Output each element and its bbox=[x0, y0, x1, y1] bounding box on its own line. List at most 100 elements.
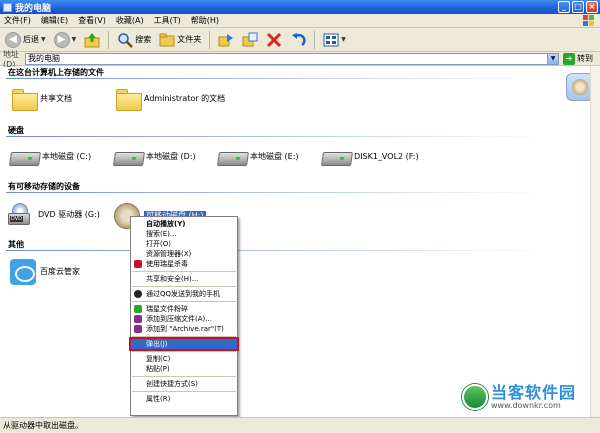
baidu-cloud-manager[interactable]: 百度云管家 bbox=[10, 259, 80, 285]
menu-edit[interactable]: 编辑(E) bbox=[41, 15, 68, 26]
menu-properties[interactable]: 属性(R) bbox=[131, 394, 237, 404]
undo-button[interactable] bbox=[288, 31, 308, 49]
menu-view[interactable]: 查看(V) bbox=[78, 15, 106, 26]
hard-drive-icon bbox=[114, 149, 142, 165]
status-text: 从驱动器中取出磁盘。 bbox=[3, 421, 83, 430]
menu-file-shredder[interactable]: 瑞星文件粉碎 bbox=[131, 304, 237, 314]
menu-add-to-archive[interactable]: 添加到压缩文件(A)... bbox=[131, 314, 237, 324]
menu-favorites[interactable]: 收藏(A) bbox=[116, 15, 144, 26]
back-button[interactable]: ◀ 后退 ▼ bbox=[3, 31, 48, 49]
go-button[interactable]: ➔ 转到 bbox=[563, 52, 593, 65]
menu-explorer[interactable]: 资源管理器(X) bbox=[131, 249, 237, 259]
item-label: 共享文档 bbox=[40, 94, 72, 103]
back-arrow-icon: ◀ bbox=[5, 31, 21, 48]
watermark-text: 当客软件园 www.downkr.com bbox=[491, 384, 576, 410]
drive-f[interactable]: DISK1_VOL2 (F:) bbox=[322, 149, 419, 165]
forward-arrow-icon: ▶ bbox=[53, 31, 70, 48]
menu-send-to-phone[interactable]: 通过QQ发送到我的手机 bbox=[131, 289, 237, 299]
toolbar-separator bbox=[314, 30, 316, 49]
chevron-down-icon: ▼ bbox=[341, 36, 346, 43]
administrator-documents-folder[interactable]: Administrator 的文档 bbox=[116, 89, 226, 111]
chevron-down-icon: ▼ bbox=[41, 36, 46, 43]
folder-icon bbox=[116, 89, 142, 111]
menu-separator bbox=[132, 336, 236, 337]
menu-rising-scan[interactable]: 使用瑞星杀毒 bbox=[131, 259, 237, 269]
my-computer-icon bbox=[3, 2, 12, 12]
delete-x-icon bbox=[267, 32, 282, 47]
menu-copy[interactable]: 复制(C) bbox=[131, 354, 237, 364]
menu-help[interactable]: 帮助(H) bbox=[191, 15, 219, 26]
menu-open[interactable]: 打开(O) bbox=[131, 239, 237, 249]
folders-icon bbox=[159, 33, 175, 46]
group-header-hdd: 硬盘 bbox=[8, 126, 24, 135]
address-value: 我的电脑 bbox=[28, 54, 60, 63]
menu-separator bbox=[132, 351, 236, 352]
window-controls: _ □ × bbox=[558, 1, 598, 13]
folders-label: 文件夹 bbox=[177, 35, 202, 44]
menu-eject[interactable]: 弹出(J) bbox=[129, 337, 239, 351]
address-bar: 地址(D) 我的电脑 ▼ ➔ 转到 bbox=[0, 49, 600, 69]
forward-button[interactable]: ▶ ▼ bbox=[52, 31, 79, 49]
move-to-icon bbox=[218, 33, 234, 46]
windows-logo-icon bbox=[583, 15, 594, 26]
qq-penguin-icon bbox=[134, 290, 142, 298]
views-button[interactable]: ▼ bbox=[321, 31, 348, 49]
menu-separator bbox=[132, 301, 236, 302]
window-title: 我的电脑 bbox=[15, 3, 52, 14]
item-label: Administrator 的文档 bbox=[144, 94, 226, 103]
drive-d[interactable]: 本地磁盘 (D:) bbox=[114, 149, 196, 165]
address-input[interactable]: 我的电脑 ▼ bbox=[25, 52, 559, 65]
group-divider bbox=[6, 192, 546, 193]
toolbar: ◀ 后退 ▼ ▶ ▼ 搜索 文件夹 ▼ bbox=[0, 28, 600, 52]
folders-button[interactable]: 文件夹 bbox=[157, 31, 203, 49]
item-label: 本地磁盘 (E:) bbox=[250, 152, 299, 161]
minimize-button[interactable]: _ bbox=[558, 1, 570, 13]
chevron-down-icon[interactable]: ▼ bbox=[547, 53, 558, 64]
menu-tools[interactable]: 工具(T) bbox=[154, 15, 181, 26]
drive-e[interactable]: 本地磁盘 (E:) bbox=[218, 149, 299, 165]
maximize-button[interactable]: □ bbox=[572, 1, 584, 13]
shared-documents-folder[interactable]: 共享文档 bbox=[12, 89, 72, 111]
winrar-icon bbox=[134, 315, 142, 323]
menu-file[interactable]: 文件(F) bbox=[4, 15, 31, 26]
address-label: 地址(D) bbox=[3, 49, 19, 69]
go-arrow-icon: ➔ bbox=[563, 52, 575, 65]
group-divider bbox=[6, 136, 546, 137]
menu-paste[interactable]: 粘贴(P) bbox=[131, 364, 237, 374]
toolbar-separator bbox=[108, 30, 110, 49]
hard-drive-icon bbox=[218, 149, 246, 165]
item-label: 百度云管家 bbox=[40, 267, 80, 276]
up-button[interactable] bbox=[82, 31, 102, 49]
go-label: 转到 bbox=[577, 54, 593, 63]
group-divider bbox=[6, 250, 546, 251]
menu-separator bbox=[132, 271, 236, 272]
shredder-icon bbox=[134, 305, 142, 313]
hard-drive-icon bbox=[322, 149, 350, 165]
search-icon bbox=[118, 32, 134, 48]
watermark-url: www.downkr.com bbox=[491, 401, 561, 410]
menu-send-to-phone-label: 通过QQ发送到我的手机 bbox=[146, 290, 221, 298]
search-button[interactable]: 搜索 bbox=[115, 31, 153, 49]
menu-create-shortcut[interactable]: 创建快捷方式(S) bbox=[131, 379, 237, 389]
move-to-button[interactable] bbox=[216, 31, 236, 49]
content-pane: 在这台计算机上存储的文件 共享文档 Administrator 的文档 硬盘 本… bbox=[0, 67, 600, 417]
item-label: 本地磁盘 (C:) bbox=[42, 152, 92, 161]
chevron-down-icon: ▼ bbox=[71, 36, 77, 43]
menu-autoplay[interactable]: 自动播放(Y) bbox=[131, 219, 237, 229]
group-divider bbox=[6, 78, 546, 79]
delete-button[interactable] bbox=[264, 31, 284, 49]
menu-sharing-security[interactable]: 共享和安全(H)... bbox=[131, 274, 237, 284]
close-button[interactable]: × bbox=[586, 1, 598, 13]
toolbar-separator bbox=[209, 30, 211, 49]
group-header-stored: 在这台计算机上存储的文件 bbox=[8, 68, 104, 77]
copy-to-button[interactable] bbox=[240, 31, 260, 49]
vertical-scrollbar[interactable] bbox=[590, 67, 600, 417]
menu-add-to-archive-rar[interactable]: 添加到 "Archive.rar"(T) bbox=[131, 324, 237, 334]
undo-icon bbox=[292, 32, 306, 46]
drive-c[interactable]: 本地磁盘 (C:) bbox=[10, 149, 91, 165]
menu-search[interactable]: 搜索(E)... bbox=[131, 229, 237, 239]
dvd-drive-g[interactable]: DVD DVD 驱动器 (G:) bbox=[8, 203, 100, 227]
folder-up-icon bbox=[84, 32, 100, 47]
group-header-other: 其他 bbox=[8, 240, 24, 249]
hard-drive-icon bbox=[10, 149, 38, 165]
